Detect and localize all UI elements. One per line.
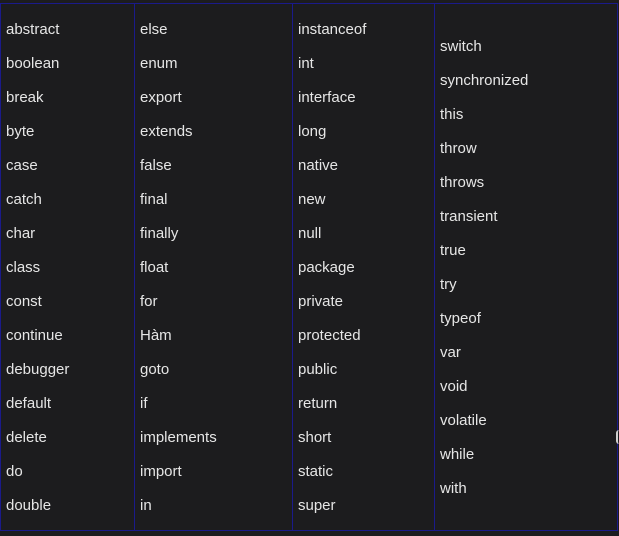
keyword-column-3: instanceof int interface long native new null p…	[293, 4, 435, 530]
keyword-cell: class	[6, 259, 41, 276]
keyword-cell: return	[298, 395, 338, 412]
keyword-cell: while	[440, 446, 475, 463]
keyword-cell: interface	[298, 89, 356, 106]
keyword-column-2: else enum export extends false final finally fl…	[135, 4, 293, 530]
keyword-cell: debugger	[6, 361, 70, 378]
keyword-cell: new	[298, 191, 326, 208]
keyword-cell: native	[298, 157, 339, 174]
keyword-cell: goto	[140, 361, 170, 378]
keyword-cell: true	[440, 242, 466, 259]
keyword-cell: long	[298, 123, 327, 140]
keyword-cell: for	[140, 293, 158, 310]
keyword-cell: default	[6, 395, 52, 412]
keyword-column-1: abstract boolean break byte case catch char cla…	[1, 4, 135, 530]
keyword-cell: typeof	[440, 310, 481, 327]
keyword-cell: var	[440, 344, 461, 361]
keyword-cell: null	[298, 225, 322, 242]
keyword-cell: volatile	[440, 412, 487, 429]
keyword-cell: enum	[140, 55, 178, 72]
keyword-cell: private	[298, 293, 344, 310]
keyword-cell: transient	[440, 208, 498, 225]
keyword-cell: case	[6, 157, 38, 174]
keyword-cell: import	[140, 463, 182, 480]
keyword-cell: int	[298, 55, 314, 72]
keyword-cell: byte	[6, 123, 35, 140]
keyword-cell: boolean	[6, 55, 60, 72]
keyword-cell: char	[6, 225, 36, 242]
keyword-cell: export	[140, 89, 182, 106]
keyword-cell: else	[140, 21, 168, 38]
keyword-cell: catch	[6, 191, 42, 208]
keyword-cell: synchronized	[440, 72, 529, 89]
keyword-column-4: switch synchronized this throw throws transie…	[435, 4, 617, 530]
keyword-cell: short	[298, 429, 332, 446]
keyword-cell: const	[6, 293, 42, 310]
keyword-cell: implements	[140, 429, 217, 446]
keyword-cell: void	[440, 378, 468, 395]
keyword-cell: with	[440, 480, 467, 497]
keyword-cell: if	[140, 395, 148, 412]
keyword-cell: delete	[6, 429, 47, 446]
keyword-cell: extends	[140, 123, 193, 140]
keyword-cell: protected	[298, 327, 361, 344]
keyword-cell: do	[6, 463, 23, 480]
keyword-cell: double	[6, 497, 52, 514]
keyword-cell: instanceof	[298, 21, 367, 38]
keyword-cell: abstract	[6, 21, 60, 38]
keyword-cell: super	[298, 497, 336, 514]
keyword-table: abstract boolean break byte case catch char cla…	[0, 3, 618, 531]
keyword-cell: break	[6, 89, 44, 106]
keyword-cell: float	[140, 259, 169, 276]
keyword-cell: this	[440, 106, 464, 123]
keyword-cell: final	[140, 191, 168, 208]
keyword-cell: switch	[440, 38, 482, 55]
keyword-cell: throws	[440, 174, 485, 191]
keyword-cell: try	[440, 276, 457, 293]
keyword-cell: public	[298, 361, 338, 378]
keyword-cell: package	[298, 259, 355, 276]
keyword-cell: throw	[440, 140, 477, 157]
keyword-cell: continue	[6, 327, 63, 344]
keyword-cell: in	[140, 497, 152, 514]
keyword-cell: Hàm	[140, 327, 172, 344]
keyword-cell: false	[140, 157, 172, 174]
keyword-cell: finally	[140, 225, 179, 242]
keyword-cell: static	[298, 463, 334, 480]
